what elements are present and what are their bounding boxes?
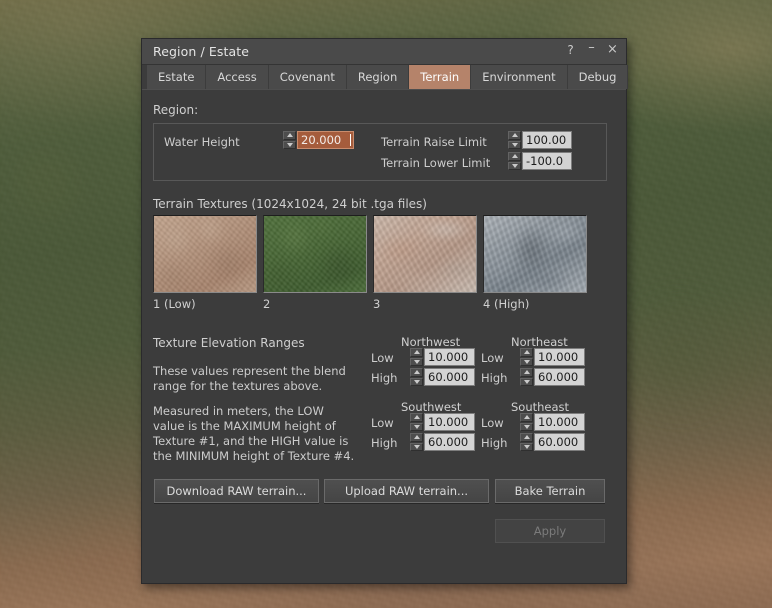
terrain-texture-4-caption: 4 (High) [483,297,530,311]
northwest-high-label: High [371,371,398,385]
terrain-lower-limit-arrows[interactable] [508,152,521,170]
tab-region[interactable]: Region [346,65,410,89]
northwest-quadrant-title: Northwest [401,335,461,349]
northeast-low-stepper[interactable]: 10.000 [520,348,585,366]
terrain-lower-limit-increment-icon[interactable] [508,152,521,161]
southeast-high-decrement-icon[interactable] [520,442,533,451]
screen: Region / Estate ? – × Estate Access Cove… [0,0,772,608]
terrain-texture-3-caption: 3 [373,297,381,311]
bake-terrain-button[interactable]: Bake Terrain [495,479,605,503]
terrain-raise-limit-stepper[interactable]: 100.00 [508,131,572,149]
water-height-decrement-icon[interactable] [283,140,296,149]
apply-button[interactable]: Apply [495,519,605,543]
northwest-low-label: Low [371,351,394,365]
terrain-raise-limit-decrement-icon[interactable] [508,140,521,149]
terrain-lower-limit-decrement-icon[interactable] [508,161,521,170]
terrain-raise-limit-arrows[interactable] [508,131,521,149]
water-height-label: Water Height [164,135,240,149]
terrain-texture-3-swatch[interactable] [373,215,477,293]
northeast-quadrant-title: Northeast [511,335,568,349]
terrain-texture-2-swatch[interactable] [263,215,367,293]
southwest-high-label: High [371,436,398,450]
southwest-low-decrement-icon[interactable] [410,422,423,431]
northeast-low-input[interactable]: 10.000 [534,348,585,366]
terrain-raise-limit-input[interactable]: 100.00 [522,131,572,149]
southeast-quadrant-title: Southeast [511,400,570,414]
southeast-high-label: High [481,436,508,450]
tab-estate[interactable]: Estate [146,65,207,89]
upload-raw-terrain-button[interactable]: Upload RAW terrain... [324,479,489,503]
region-estate-window: Region / Estate ? – × Estate Access Cove… [141,38,629,584]
water-height-stepper[interactable]: 20.000 [283,131,354,149]
northwest-high-stepper[interactable]: 60.000 [410,368,475,386]
northwest-low-stepper[interactable]: 10.000 [410,348,475,366]
minimize-icon[interactable]: – [585,40,598,56]
terrain-texture-2-caption: 2 [263,297,271,311]
northwest-high-decrement-icon[interactable] [410,377,423,386]
terrain-textures-heading: Terrain Textures (1024x1024, 24 bit .tga… [153,197,427,211]
terrain-lower-limit-label: Terrain Lower Limit [381,156,491,170]
southeast-high-increment-icon[interactable] [520,433,533,442]
northwest-high-input[interactable]: 60.000 [424,368,475,386]
terrain-panel: Region: Water Height 20.000 Terrain Rais… [142,90,626,584]
elevation-ranges-heading: Texture Elevation Ranges [153,336,305,350]
northeast-high-label: High [481,371,508,385]
tab-bar: Estate Access Covenant Region Terrain En… [142,65,629,90]
tab-debug[interactable]: Debug [567,65,629,89]
tab-access[interactable]: Access [206,65,269,89]
elevation-description-line-1: These values represent the blend range f… [153,364,346,393]
southwest-low-input[interactable]: 10.000 [424,413,475,431]
northwest-high-increment-icon[interactable] [410,368,423,377]
northwest-low-increment-icon[interactable] [410,348,423,357]
help-icon[interactable]: ? [564,42,577,58]
southeast-low-stepper[interactable]: 10.000 [520,413,585,431]
southwest-high-input[interactable]: 60.000 [424,433,475,451]
southeast-low-increment-icon[interactable] [520,413,533,422]
terrain-texture-4-swatch[interactable] [483,215,587,293]
close-icon[interactable]: × [606,42,619,58]
window-controls: ? – × [564,40,619,58]
northeast-high-stepper[interactable]: 60.000 [520,368,585,386]
elevation-description-line-2: Measured in meters, the LOW value is the… [153,404,355,463]
northwest-low-input[interactable]: 10.000 [424,348,475,366]
southwest-high-stepper[interactable]: 60.000 [410,433,475,451]
window-title: Region / Estate [153,44,250,59]
download-raw-terrain-button[interactable]: Download RAW terrain... [154,479,319,503]
window-titlebar[interactable]: Region / Estate ? – × [142,39,626,65]
southeast-low-input[interactable]: 10.000 [534,413,585,431]
northwest-low-decrement-icon[interactable] [410,357,423,366]
water-height-increment-icon[interactable] [283,131,296,140]
tab-terrain[interactable]: Terrain [409,65,472,89]
southeast-high-stepper[interactable]: 60.000 [520,433,585,451]
southeast-high-input[interactable]: 60.000 [534,433,585,451]
northeast-low-increment-icon[interactable] [520,348,533,357]
terrain-raise-limit-increment-icon[interactable] [508,131,521,140]
region-section-heading: Region: [153,103,199,117]
southwest-low-increment-icon[interactable] [410,413,423,422]
water-height-input[interactable]: 20.000 [297,131,354,149]
terrain-texture-1-caption: 1 (Low) [153,297,196,311]
northeast-high-increment-icon[interactable] [520,368,533,377]
southwest-quadrant-title: Southwest [401,400,462,414]
southwest-low-label: Low [371,416,394,430]
terrain-lower-limit-input[interactable]: -100.0 [522,152,572,170]
northeast-high-input[interactable]: 60.000 [534,368,585,386]
northeast-low-decrement-icon[interactable] [520,357,533,366]
southwest-low-stepper[interactable]: 10.000 [410,413,475,431]
terrain-raise-limit-label: Terrain Raise Limit [381,135,487,149]
terrain-lower-limit-stepper[interactable]: -100.0 [508,152,572,170]
southwest-high-decrement-icon[interactable] [410,442,423,451]
southeast-low-decrement-icon[interactable] [520,422,533,431]
terrain-texture-1-swatch[interactable] [153,215,257,293]
tab-covenant[interactable]: Covenant [268,65,347,89]
northeast-low-label: Low [481,351,504,365]
northeast-high-decrement-icon[interactable] [520,377,533,386]
water-height-arrows[interactable] [283,131,296,149]
elevation-ranges-description: These values represent the blend range f… [153,364,358,464]
southwest-high-increment-icon[interactable] [410,433,423,442]
tab-environment[interactable]: Environment [471,65,568,89]
southeast-low-label: Low [481,416,504,430]
